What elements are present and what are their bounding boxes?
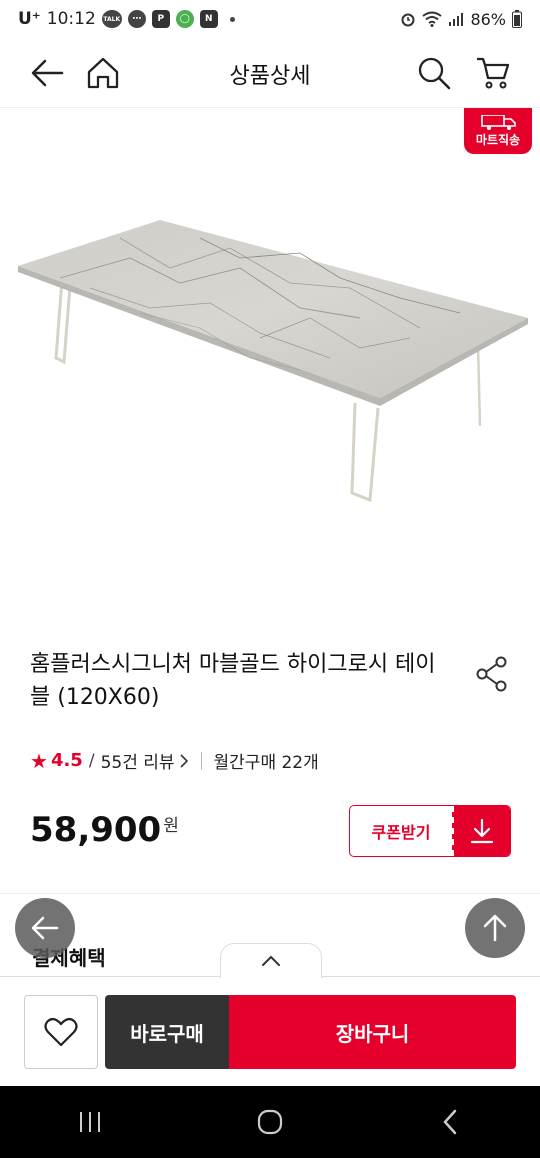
- coupon-download-area: [452, 806, 510, 856]
- delivery-truck-icon: [481, 115, 516, 130]
- search-icon: [418, 57, 451, 90]
- carrier-label: U⁺: [18, 9, 41, 29]
- top-navigation: 상품상세: [0, 38, 540, 108]
- more-notifications-dot-icon: [229, 16, 235, 22]
- alarm-icon: [401, 13, 415, 27]
- mart-direct-delivery-badge: 마트직송: [464, 108, 532, 154]
- price-row: 58,900 원: [30, 810, 179, 850]
- coupon-download-button[interactable]: 쿠폰받기: [349, 805, 511, 857]
- naver-notification-icon: N: [199, 10, 218, 28]
- recent-apps-button[interactable]: [60, 1092, 120, 1152]
- home-circle-icon: [257, 1109, 283, 1135]
- rating-separator: /: [88, 750, 95, 771]
- divider: [200, 751, 202, 770]
- battery-icon: [512, 10, 522, 28]
- chevron-right-icon: [179, 753, 188, 768]
- mart-badge-label: 마트직송: [475, 133, 521, 147]
- buy-now-button[interactable]: 바로구매: [105, 995, 229, 1069]
- status-bar: U⁺ 10:12 TALK ⋯ P ◯ N 86%: [0, 0, 540, 38]
- status-left: U⁺ 10:12 TALK ⋯ P ◯ N: [18, 9, 235, 29]
- green-app-notification-icon: ◯: [175, 10, 194, 28]
- page-title: 상품상세: [229, 64, 311, 89]
- review-count: 55건 리뷰: [100, 753, 175, 773]
- scroll-to-top-button[interactable]: [465, 898, 525, 958]
- system-back-button[interactable]: [420, 1092, 480, 1152]
- product-title: 홈플러스시그니처 마블골드 하이그로시 테이블 (120X60): [30, 652, 436, 710]
- clock: 10:12: [46, 9, 96, 29]
- share-icon: [476, 656, 507, 692]
- add-to-cart-button[interactable]: 장바구니: [229, 995, 516, 1069]
- section-divider: [0, 893, 540, 894]
- share-button[interactable]: [470, 652, 514, 696]
- cart-button[interactable]: [470, 50, 516, 96]
- bottom-action-bar: 바로구매 장바구니: [0, 976, 540, 1086]
- coupon-label: 쿠폰받기: [371, 823, 431, 842]
- chevron-up-icon: [262, 955, 280, 966]
- p-app-notification-icon: P: [151, 10, 170, 28]
- kakaotalk-notification-icon: TALK: [101, 10, 122, 28]
- arrow-up-icon: [483, 914, 507, 942]
- home-system-button[interactable]: [240, 1092, 300, 1152]
- search-button[interactable]: [411, 50, 457, 96]
- download-icon: [470, 818, 494, 844]
- star-icon: ★: [30, 748, 48, 773]
- rating-score: 4.5: [50, 750, 83, 771]
- recent-apps-icon: [80, 1112, 100, 1132]
- floating-back-button[interactable]: [15, 898, 75, 958]
- message-notification-icon: ⋯: [127, 10, 146, 28]
- heart-icon: [44, 1017, 78, 1047]
- expand-options-tab[interactable]: [220, 943, 322, 978]
- price-currency: 원: [163, 816, 179, 836]
- chevron-left-icon: [443, 1109, 457, 1135]
- price-value: 58,900: [30, 810, 162, 850]
- review-link[interactable]: 55건 리뷰: [101, 748, 189, 773]
- wishlist-button[interactable]: [24, 995, 98, 1069]
- arrow-left-icon: [31, 916, 59, 940]
- system-navigation-bar: [0, 1086, 540, 1158]
- rating-row: ★ 4.5 / 55건 리뷰 월간구매 22개: [30, 748, 319, 774]
- wifi-icon: [422, 11, 443, 27]
- battery-level: 86%: [470, 9, 506, 29]
- marble-table-image: [18, 220, 528, 503]
- shopping-cart-icon: [477, 57, 510, 89]
- signal-icon: [449, 13, 464, 26]
- product-image[interactable]: 마트직송: [0, 108, 540, 628]
- status-right: 86%: [400, 10, 522, 29]
- monthly-purchase-count: 월간구매 22개: [213, 753, 319, 773]
